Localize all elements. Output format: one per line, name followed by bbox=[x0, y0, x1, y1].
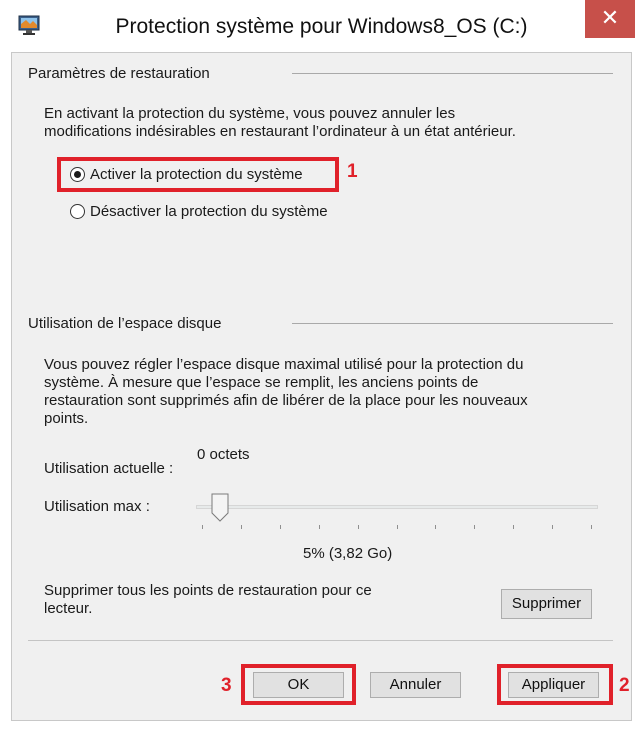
delete-button[interactable]: Supprimer bbox=[501, 589, 592, 619]
current-usage-label: Utilisation actuelle : bbox=[44, 460, 174, 477]
slider-tick bbox=[280, 525, 281, 529]
max-usage-label: Utilisation max : bbox=[44, 498, 150, 515]
slider-tick bbox=[474, 525, 475, 529]
slider-tick bbox=[552, 525, 553, 529]
radio-unselected-icon bbox=[70, 204, 85, 219]
annotation-marker-3: 3 bbox=[221, 675, 232, 696]
slider-tick bbox=[241, 525, 242, 529]
disk-usage-description-line2: système. À mesure que l’espace se rempli… bbox=[44, 374, 479, 391]
close-icon: ✕ bbox=[600, 5, 620, 30]
max-usage-slider-thumb[interactable] bbox=[211, 493, 229, 522]
close-button[interactable]: ✕ bbox=[585, 0, 635, 38]
window-title: Protection système pour Windows8_OS (C:) bbox=[115, 15, 528, 38]
disk-usage-divider bbox=[292, 323, 613, 324]
annotation-box-1 bbox=[57, 157, 339, 192]
slider-tick bbox=[319, 525, 320, 529]
restore-settings-divider bbox=[292, 73, 613, 74]
annotation-marker-1: 1 bbox=[347, 161, 358, 182]
restore-settings-group-title: Paramètres de restauration bbox=[28, 65, 210, 82]
delete-points-text-line1: Supprimer tous les points de restauratio… bbox=[44, 582, 372, 599]
current-usage-value: 0 octets bbox=[197, 446, 250, 463]
delete-points-text-line2: lecteur. bbox=[44, 600, 93, 617]
max-usage-display: 5% (3,82 Go) bbox=[303, 545, 393, 562]
disk-usage-description-line3: restauration sont supprimés afin de libé… bbox=[44, 392, 528, 409]
max-usage-slider-track[interactable] bbox=[196, 505, 598, 509]
system-protection-dialog: Protection système pour Windows8_OS (C:)… bbox=[0, 0, 643, 729]
restore-description-line2: modifications indésirables en restaurant… bbox=[44, 123, 516, 140]
annotation-box-3 bbox=[241, 664, 356, 705]
cancel-button[interactable]: Annuler bbox=[370, 672, 461, 698]
footer-divider bbox=[28, 640, 613, 641]
disk-usage-description-line4: points. bbox=[44, 410, 89, 427]
restore-description-line1: En activant la protection du système, vo… bbox=[44, 105, 456, 122]
radio-disable-label: Désactiver la protection du système bbox=[90, 203, 328, 220]
disk-usage-description-line1: Vous pouvez régler l’espace disque maxim… bbox=[44, 356, 524, 373]
slider-tick bbox=[202, 525, 203, 529]
slider-tick bbox=[397, 525, 398, 529]
slider-tick bbox=[591, 525, 592, 529]
annotation-box-2 bbox=[497, 664, 613, 705]
slider-tick bbox=[358, 525, 359, 529]
disk-usage-group-title: Utilisation de l’espace disque bbox=[28, 315, 222, 332]
slider-tick bbox=[435, 525, 436, 529]
radio-disable-protection[interactable]: Désactiver la protection du système bbox=[70, 203, 328, 220]
annotation-marker-2: 2 bbox=[619, 675, 630, 696]
title-bar: Protection système pour Windows8_OS (C:)… bbox=[0, 0, 643, 52]
slider-tick bbox=[513, 525, 514, 529]
